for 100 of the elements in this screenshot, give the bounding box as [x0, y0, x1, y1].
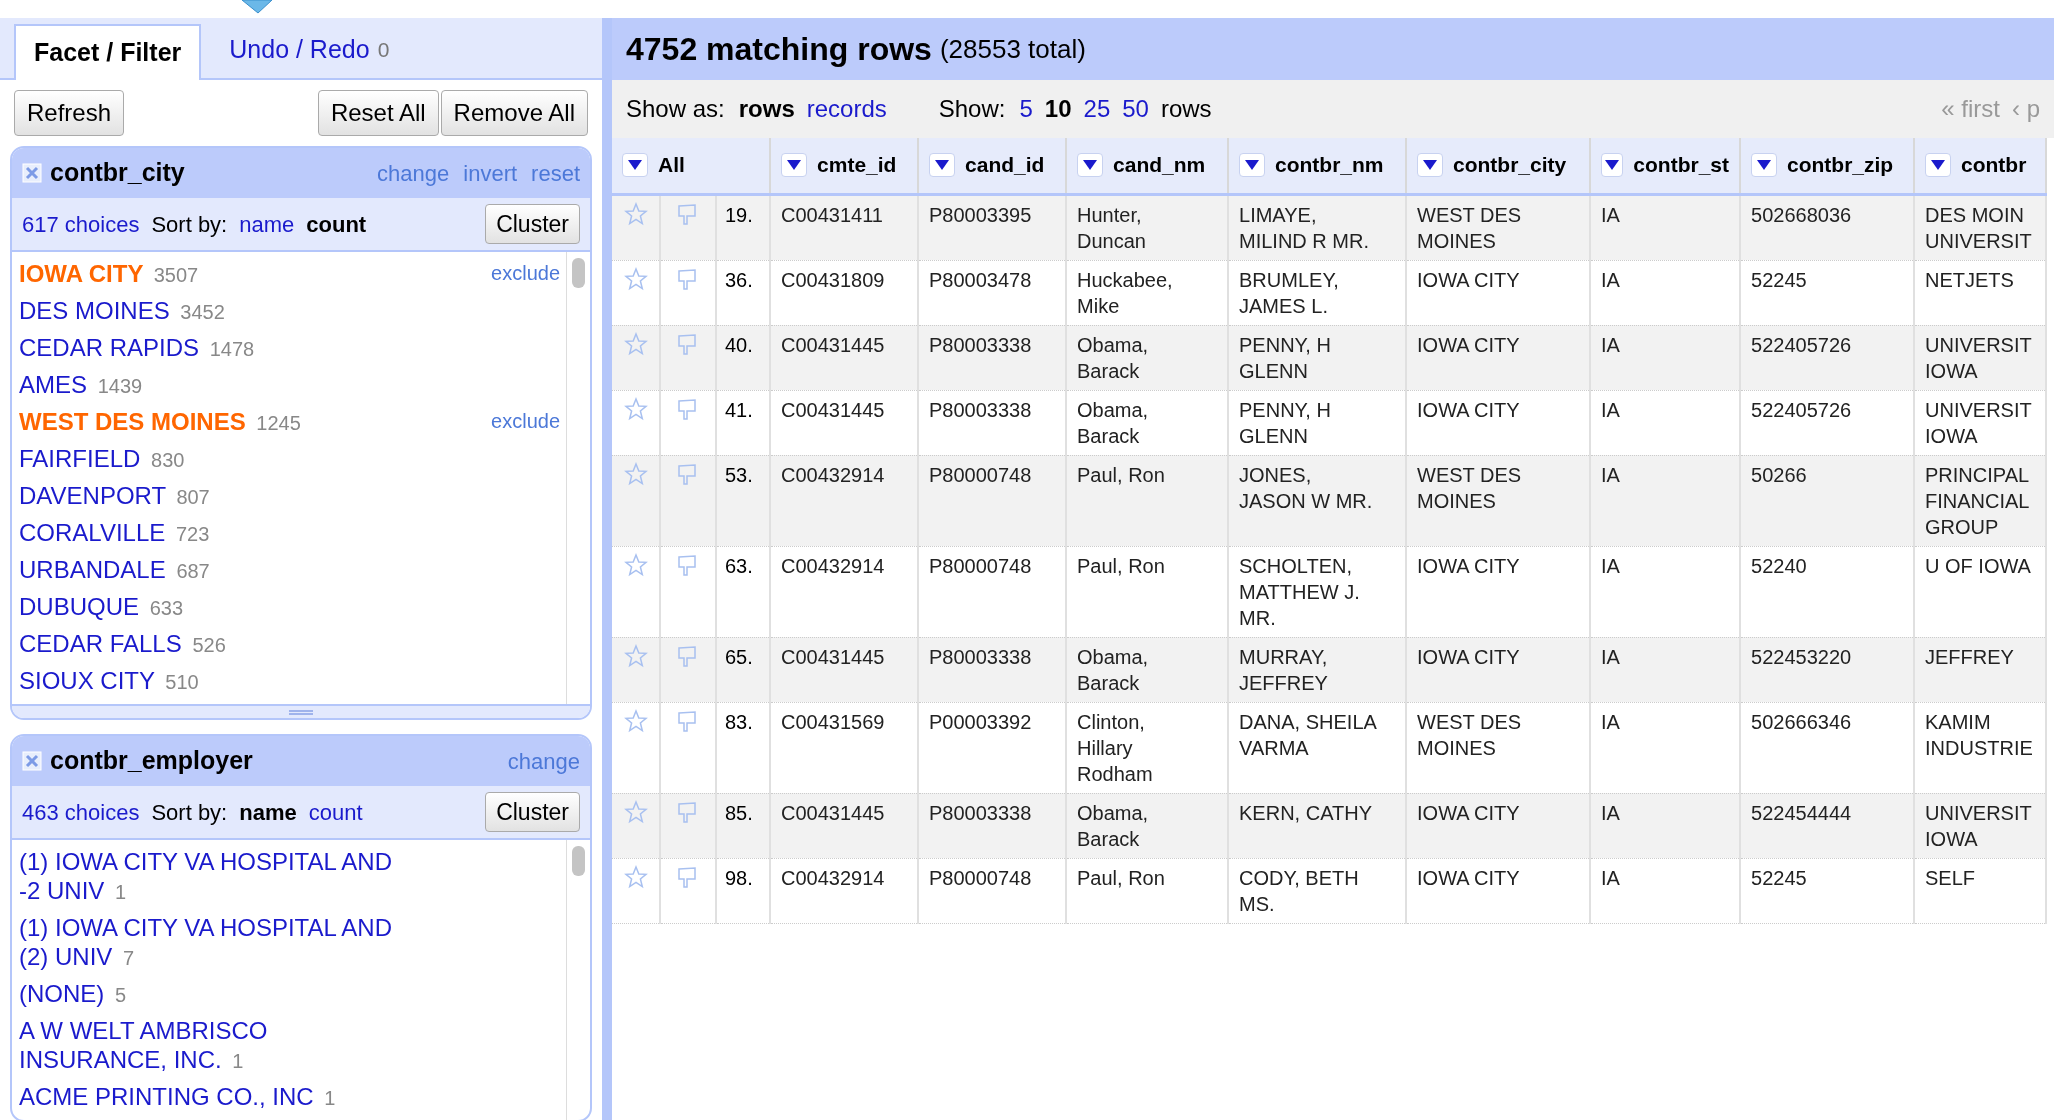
caret-icon: [1082, 159, 1099, 172]
facet-choice[interactable]: CORALVILLE 723: [19, 518, 210, 549]
facet-choice[interactable]: ACME PRINTING CO., INC 1: [19, 1082, 336, 1113]
table-cell-text: Obama, Barack: [1077, 800, 1150, 852]
reset-all-button[interactable]: Reset All: [317, 90, 439, 136]
facet-choice[interactable]: (NONE) 5: [19, 979, 127, 1010]
view-mode-link[interactable]: records: [806, 91, 887, 127]
rows-label: rows: [1160, 94, 1212, 124]
caret-icon: [1422, 159, 1439, 172]
table-cell-text: PRINCIPAL FINANCIAL GROUP: [1925, 462, 2031, 540]
facet-choice[interactable]: DES MOINES 3452: [19, 296, 225, 327]
facet-choice[interactable]: (1) IOWA CITY VA HOSPITAL AND (2) UNIV 7: [19, 913, 394, 973]
choices-count-link[interactable]: 463 choices: [22, 795, 140, 829]
table-cell-text: WEST DES MOINES: [1417, 462, 1523, 514]
column-menu-button[interactable]: [1751, 153, 1778, 178]
flag-icon[interactable]: [675, 708, 699, 733]
star-icon[interactable]: [624, 266, 648, 291]
tab[interactable]: Facet / Filter: [14, 24, 202, 80]
table-cell-text: 522405726: [1751, 397, 1853, 423]
table-cell-text: DES MOIN UNIVERSIT: [1925, 202, 2033, 254]
column-menu-button[interactable]: [1239, 153, 1266, 178]
column-menu-button[interactable]: [1417, 153, 1444, 178]
column-menu-button[interactable]: [622, 153, 648, 178]
choice-count: 5: [115, 984, 127, 1006]
facet-choice[interactable]: A W WELT AMBRISCO INSURANCE, INC. 1: [19, 1016, 394, 1076]
flag-icon[interactable]: [675, 331, 699, 356]
facet-choice[interactable]: AMES 1439: [19, 370, 143, 401]
tab[interactable]: Undo / Redo 0: [221, 22, 398, 78]
scrollbar-thumb[interactable]: [572, 846, 585, 876]
column-menu-button[interactable]: [781, 153, 808, 178]
sort-option[interactable]: name: [239, 795, 297, 829]
column-header: contbr_nm: [1275, 152, 1384, 179]
star-icon[interactable]: [624, 708, 648, 733]
flag-icon[interactable]: [675, 864, 699, 889]
refresh-button[interactable]: Refresh: [14, 90, 125, 136]
facet-choice[interactable]: CEDAR RAPIDS 1478: [19, 333, 255, 364]
facet-choice[interactable]: WEST DES MOINES 1245: [19, 407, 301, 438]
remove-all-button[interactable]: Remove All: [440, 90, 588, 136]
facet-choice[interactable]: FAIRFIELD 830: [19, 444, 185, 475]
table-cell-text: IOWA CITY: [1417, 397, 1521, 423]
facet-choice[interactable]: CEDAR FALLS 526: [19, 629, 226, 660]
exclude-link[interactable]: exclude: [491, 259, 560, 288]
star-icon[interactable]: [624, 643, 648, 668]
flag-icon[interactable]: [675, 201, 699, 226]
flag-icon[interactable]: [675, 396, 699, 421]
exclude-link[interactable]: exclude: [491, 407, 560, 436]
facet-choice[interactable]: IOWA CITY 3507: [19, 259, 199, 290]
star-icon[interactable]: [624, 396, 648, 421]
flag-icon[interactable]: [675, 266, 699, 291]
table-cell-text: Obama, Barack: [1077, 397, 1150, 449]
splitter-bar[interactable]: [602, 18, 612, 1120]
star-icon[interactable]: [624, 552, 648, 577]
page-size-link[interactable]: 10: [1044, 91, 1072, 127]
table-cell-text: KAMIM INDUSTRIE: [1925, 709, 2034, 761]
row-number: 65.: [725, 644, 754, 670]
column-menu-button[interactable]: [1077, 153, 1104, 178]
table-cell-text: CODY, BETH MS.: [1239, 865, 1360, 917]
star-icon[interactable]: [624, 331, 648, 356]
choices-count-link[interactable]: 617 choices: [22, 207, 140, 241]
sort-option[interactable]: name: [239, 207, 295, 241]
row-number: 19.: [725, 202, 754, 228]
table-cell-text: IA: [1601, 644, 1621, 670]
star-icon[interactable]: [624, 201, 648, 226]
view-mode-link[interactable]: rows: [738, 91, 795, 127]
page-size-link[interactable]: 50: [1122, 91, 1149, 127]
page-size-link[interactable]: 25: [1083, 91, 1111, 127]
facet-choice[interactable]: SIOUX CITY 510: [19, 666, 199, 697]
sort-option[interactable]: count: [308, 795, 363, 829]
page-size-link[interactable]: 5: [1019, 91, 1033, 127]
close-icon[interactable]: [22, 751, 42, 771]
flag-icon[interactable]: [675, 461, 699, 486]
table-cell-text: Paul, Ron: [1077, 462, 1166, 488]
column-menu-button[interactable]: [1925, 153, 1952, 178]
flag-icon[interactable]: [675, 799, 699, 824]
resize-handle[interactable]: [289, 709, 313, 715]
facet-title: contbr_city: [50, 157, 186, 189]
table-cell-text: Clinton, Hillary Rodham: [1077, 709, 1154, 787]
cluster-button[interactable]: Cluster: [485, 792, 580, 832]
table-cell-text: IA: [1601, 202, 1621, 228]
star-icon[interactable]: [624, 799, 648, 824]
star-icon[interactable]: [624, 461, 648, 486]
facet-choice[interactable]: URBANDALE 687: [19, 555, 210, 586]
facet-choice[interactable]: DAVENPORT 807: [19, 481, 210, 512]
sort-option[interactable]: count: [306, 207, 367, 241]
flag-icon[interactable]: [675, 643, 699, 668]
choice-count: 7: [123, 947, 135, 969]
facet-choice[interactable]: (1) IOWA CITY VA HOSPITAL AND -2 UNIV 1: [19, 847, 394, 907]
show-as-label: Show as:: [626, 94, 725, 124]
column-menu-button[interactable]: [929, 153, 956, 178]
close-icon[interactable]: [22, 163, 42, 183]
table-cell-text: IA: [1601, 267, 1621, 293]
facet-choice[interactable]: DUBUQUE 633: [19, 592, 184, 623]
row-number: 40.: [725, 332, 754, 358]
column-menu-button[interactable]: [1601, 153, 1624, 178]
flag-icon[interactable]: [675, 552, 699, 577]
table-cell-text: IA: [1601, 800, 1621, 826]
scrollbar-thumb[interactable]: [572, 258, 585, 288]
cluster-button[interactable]: Cluster: [485, 204, 580, 244]
table-cell-text: SELF: [1925, 865, 1977, 891]
star-icon[interactable]: [624, 864, 648, 889]
